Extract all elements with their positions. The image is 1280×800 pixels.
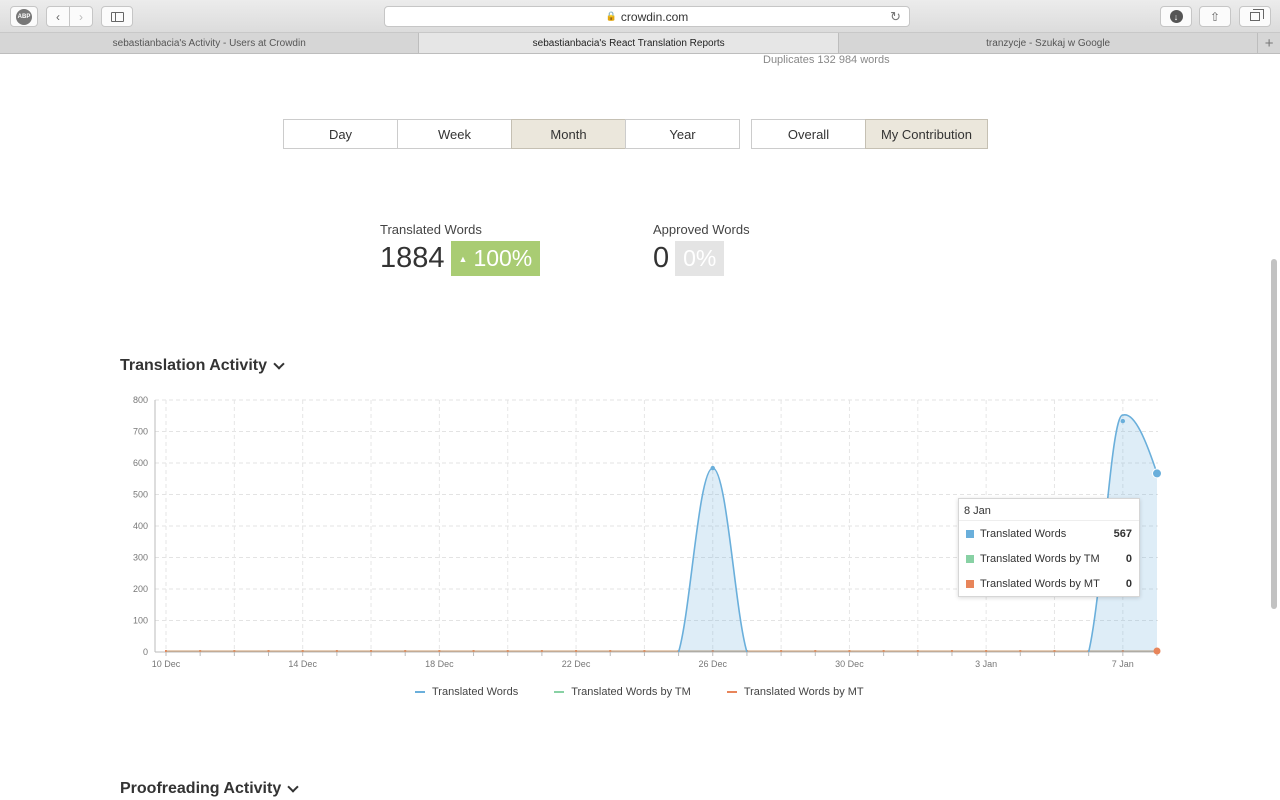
url-text: crowdin.com bbox=[620, 9, 689, 24]
chevron-down-icon bbox=[273, 357, 285, 370]
y-tick-label: 700 bbox=[133, 427, 148, 437]
sidebar-icon bbox=[110, 11, 124, 22]
stat-label: Approved Words bbox=[653, 222, 750, 237]
tooltip-date: 8 Jan bbox=[959, 499, 1139, 521]
sidebar-toggle-button[interactable] bbox=[101, 6, 133, 27]
chart-legend: Translated Words Translated Words by TM … bbox=[415, 686, 900, 698]
legend-line bbox=[415, 691, 425, 693]
period-month-button[interactable]: Month bbox=[511, 119, 626, 149]
legend-line bbox=[554, 691, 565, 693]
tooltip-series-value: 0 bbox=[1125, 577, 1132, 590]
y-tick-label: 500 bbox=[133, 490, 148, 500]
approved-words-stat: Approved Words 0 0% bbox=[653, 222, 750, 276]
tooltip-swatch bbox=[966, 529, 974, 538]
y-tick-label: 400 bbox=[133, 521, 148, 531]
translated-words-stat: Translated Words 1884 ▲ 100% bbox=[380, 222, 541, 276]
tooltip-series-name: Translated Words bbox=[980, 527, 1067, 540]
tooltip-swatch bbox=[966, 579, 974, 588]
page-content: Duplicates 132 984 words Day Week Month … bbox=[0, 54, 1280, 800]
data-point bbox=[710, 465, 715, 471]
browser-toolbar: ABP ‹ › 🔒 crowdin.com ↻ ↓ ⇧ bbox=[0, 0, 1280, 33]
browser-tab[interactable]: tranzycje - Szukaj w Google bbox=[839, 33, 1259, 53]
browser-tab-active[interactable]: sebastianbacia's React Translation Repor… bbox=[419, 33, 839, 53]
section-title: Proofreading Activity bbox=[120, 780, 282, 797]
period-selector: Day Week Month Year bbox=[283, 119, 740, 149]
y-tick-label: 800 bbox=[133, 395, 148, 405]
adblock-icon: ABP bbox=[16, 8, 32, 25]
tooltip-series-name: Translated Words by MT bbox=[980, 577, 1100, 590]
legend-item-tm[interactable]: Translated Words by TM bbox=[554, 686, 691, 698]
period-day-button[interactable]: Day bbox=[283, 119, 398, 149]
tooltip-series-value: 0 bbox=[1125, 552, 1132, 565]
x-tick-label: 3 Jan bbox=[975, 659, 997, 669]
stat-change-badge: 0% bbox=[675, 241, 725, 276]
share-button[interactable]: ⇧ bbox=[1199, 6, 1231, 27]
address-bar[interactable]: 🔒 crowdin.com ↻ bbox=[384, 6, 910, 27]
back-button[interactable]: ‹ bbox=[46, 6, 70, 27]
tab-overview-button[interactable] bbox=[1239, 6, 1271, 27]
share-icon: ⇧ bbox=[1209, 9, 1221, 24]
chevron-down-icon bbox=[287, 780, 299, 793]
x-tick-label: 14 Dec bbox=[288, 659, 317, 669]
y-tick-label: 100 bbox=[133, 616, 148, 626]
legend-label: Translated Words bbox=[432, 686, 519, 698]
chevron-left-icon: ‹ bbox=[56, 9, 60, 24]
arrow-up-icon: ▲ bbox=[458, 253, 468, 264]
lock-icon: 🔒 bbox=[605, 11, 617, 21]
stat-value: 0 bbox=[653, 242, 670, 274]
chart-tooltip: 8 Jan Translated Words 567 Translated Wo… bbox=[958, 498, 1140, 597]
stat-change-value: 100% bbox=[473, 245, 533, 271]
tooltip-row: Translated Words by TM 0 bbox=[959, 546, 1139, 571]
tab-bar: sebastianbacia's Activity - Users at Cro… bbox=[0, 33, 1280, 54]
stat-change-badge: ▲ 100% bbox=[450, 241, 541, 276]
browser-tab[interactable]: sebastianbacia's Activity - Users at Cro… bbox=[0, 33, 420, 53]
proofreading-activity-toggle[interactable]: Proofreading Activity bbox=[120, 780, 299, 798]
x-tick-label: 7 Jan bbox=[1112, 659, 1134, 669]
duplicates-text: Duplicates 132 984 words bbox=[763, 54, 890, 66]
tooltip-row: Translated Words by MT 0 bbox=[959, 571, 1139, 596]
legend-label: Translated Words by MT bbox=[743, 686, 864, 698]
downloads-button[interactable]: ↓ bbox=[1160, 6, 1192, 27]
scope-selector: Overall My Contribution bbox=[751, 119, 988, 149]
period-year-button[interactable]: Year bbox=[625, 119, 740, 149]
scrollbar[interactable] bbox=[1271, 259, 1277, 609]
translation-activity-toggle[interactable]: Translation Activity bbox=[120, 357, 285, 375]
legend-label: Translated Words by TM bbox=[571, 686, 691, 698]
period-week-button[interactable]: Week bbox=[397, 119, 512, 149]
stat-change-value: 0% bbox=[683, 245, 717, 271]
y-tick-label: 300 bbox=[133, 553, 148, 563]
chevron-right-icon: › bbox=[79, 9, 83, 24]
data-point bbox=[1120, 418, 1126, 424]
legend-line bbox=[726, 691, 737, 693]
download-icon: ↓ bbox=[1169, 10, 1183, 23]
x-tick-label: 18 Dec bbox=[425, 659, 454, 669]
tooltip-row: Translated Words 567 bbox=[959, 521, 1139, 546]
legend-item-mt[interactable]: Translated Words by MT bbox=[726, 686, 864, 698]
tooltip-series-value: 567 bbox=[1113, 527, 1132, 540]
data-point-hovered bbox=[1152, 468, 1162, 479]
stat-label: Translated Words bbox=[380, 222, 482, 237]
x-tick-label: 22 Dec bbox=[562, 659, 591, 669]
y-tick-label: 200 bbox=[133, 584, 148, 594]
section-title: Translation Activity bbox=[120, 357, 267, 374]
tabs-icon bbox=[1250, 9, 1264, 21]
y-tick-label: 600 bbox=[133, 458, 148, 468]
legend-item-translated[interactable]: Translated Words bbox=[415, 686, 518, 698]
new-tab-icon[interactable]: + bbox=[1258, 33, 1280, 53]
x-tick-label: 10 Dec bbox=[152, 659, 181, 669]
scope-overall-button[interactable]: Overall bbox=[751, 119, 866, 149]
x-tick-label: 30 Dec bbox=[835, 659, 864, 669]
scope-my-contribution-button[interactable]: My Contribution bbox=[865, 119, 988, 149]
adblock-button[interactable]: ABP bbox=[10, 6, 38, 27]
mt-point-hovered bbox=[1153, 647, 1161, 655]
translated-area-peak-1 bbox=[678, 468, 747, 652]
reload-icon[interactable]: ↻ bbox=[890, 9, 901, 25]
tooltip-series-name: Translated Words by TM bbox=[980, 552, 1100, 565]
forward-button[interactable]: › bbox=[69, 6, 93, 27]
stat-value: 1884 bbox=[380, 242, 445, 274]
y-tick-label: 0 bbox=[143, 647, 148, 657]
x-tick-label: 26 Dec bbox=[698, 659, 727, 669]
tooltip-swatch bbox=[966, 554, 974, 563]
